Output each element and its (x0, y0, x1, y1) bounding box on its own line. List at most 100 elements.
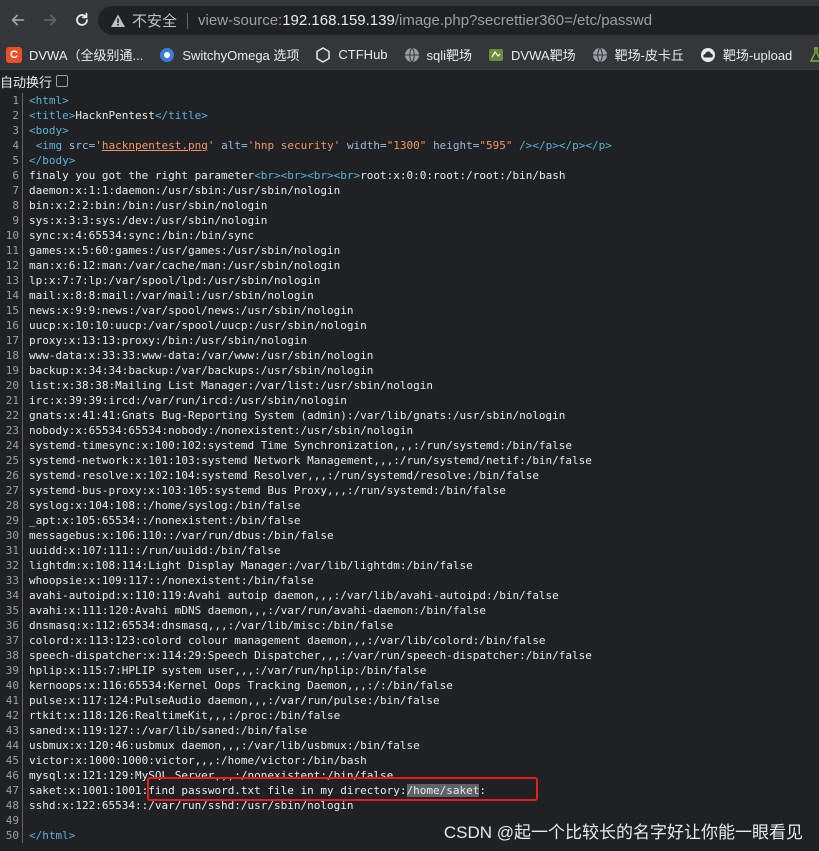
line-number: 17 (0, 333, 23, 348)
passwd-entry: systemd-resolve:x:102:104:systemd Resolv… (29, 469, 539, 482)
passwd-entry: news:x:9:9:news:/var/spool/news:/usr/sbi… (29, 304, 354, 317)
source-line: 45 victor:x:1000:1000:victor,,,:/home/vic… (0, 753, 819, 768)
bookmark-upload[interactable]: 靶场-upload (700, 45, 792, 64)
source-line: 34 avahi-autoipd:x:110:119:Avahi autoip d… (0, 588, 819, 603)
width-value: "1300" (386, 139, 427, 152)
back-button[interactable] (4, 6, 32, 34)
bookmark-extra[interactable] (808, 46, 819, 63)
line-number: 43 (0, 723, 23, 738)
red-highlight-box (147, 777, 538, 801)
line-number: 13 (0, 273, 23, 288)
img-tag-close: /></p></p></p> (519, 139, 612, 152)
line-wrap-label: 自动换行 (0, 74, 53, 90)
passwd-entry: backup:x:34:34:backup:/var/backups:/usr/… (29, 364, 374, 377)
bookmark-dvwa-all[interactable]: C DVWA（全级别通... (6, 45, 143, 64)
line-number: 50 (0, 828, 23, 843)
passwd-entry: uucp:x:10:10:uucp:/var/spool/uucp:/usr/s… (29, 319, 367, 332)
source-line: 40 kernoops:x:116:65534:Kernel Oops Track… (0, 678, 819, 693)
passwd-entry: colord:x:113:123:colord colour managemen… (29, 634, 546, 647)
line-number: 18 (0, 348, 23, 363)
alt-value: 'hnp security' (247, 139, 341, 152)
line-number: 5 (0, 153, 23, 168)
line-number: 42 (0, 708, 23, 723)
line-number: 25 (0, 453, 23, 468)
source-line: 38 speech-dispatcher:x:114:29:Speech Disp… (0, 648, 819, 663)
source-line: 2 <title>HacknPentest</title> (0, 108, 819, 123)
address-divider (187, 12, 189, 29)
line-number: 1 (0, 93, 23, 108)
source-line: 22 gnats:x:41:41:Gnats Bug-Reporting Syst… (0, 408, 819, 423)
line-wrap-checkbox[interactable] (56, 75, 69, 87)
passwd-entry: messagebus:x:106:110::/var/run/dbus:/bin… (29, 529, 334, 542)
empty-line (23, 813, 29, 828)
image-src-link[interactable]: hacknpentest.png (102, 139, 208, 152)
passwd-entry: bin:x:2:2:bin:/bin:/usr/sbin/nologin (29, 199, 268, 212)
passwd-entry: games:x:5:60:games:/usr/games:/usr/sbin/… (29, 244, 341, 257)
hint-text: finaly you got the right parameter (29, 169, 255, 182)
source-line: 12 man:x:6:12:man:/var/cache/man:/usr/sbi… (0, 258, 819, 273)
passwd-entry: syslog:x:104:108::/home/syslog:/bin/fals… (29, 499, 301, 512)
source-line: 31 uuidd:x:107:111::/run/uuidd:/bin/false (0, 543, 819, 558)
address-bar[interactable]: 不安全 view-source: 192.168.159.139/image.ph… (98, 6, 819, 35)
passwd-entry: usbmux:x:120:46:usbmux daemon,,,:/var/li… (29, 739, 420, 752)
source-line: 44 usbmux:x:120:46:usbmux daemon,,,:/var/… (0, 738, 819, 753)
passwd-entry: speech-dispatcher:x:114:29:Speech Dispat… (29, 649, 592, 662)
source-line: 18 www-data:x:33:33:www-data:/var/www:/us… (0, 348, 819, 363)
source-line: 4 <img src='hacknpentest.png' alt='hnp s… (0, 138, 819, 153)
bookmark-dvwa[interactable]: DVWA靶场 (488, 45, 576, 64)
bookmark-ctfhub[interactable]: CTFHub (315, 46, 388, 63)
line-wrap-toggle[interactable]: 自动换行 (0, 71, 819, 91)
passwd-entry: whoopsie:x:109:117::/nonexistent:/bin/fa… (29, 574, 314, 587)
insecure-label[interactable]: 不安全 (132, 10, 177, 31)
line-number: 19 (0, 363, 23, 378)
switchyomega-icon (159, 47, 175, 63)
passwd-entry: saned:x:119:127::/var/lib/saned:/bin/fal… (29, 724, 308, 737)
bookmark-label: SwitchyOmega 选项 (182, 48, 300, 63)
source-line: 41 pulse:x:117:124:PulseAudio daemon,,,:/… (0, 693, 819, 708)
passwd-entry: systemd-network:x:101:103:systemd Networ… (29, 454, 592, 467)
bookmark-label: 靶场-upload (722, 48, 793, 63)
line-number: 22 (0, 408, 23, 423)
forward-button[interactable] (36, 6, 64, 34)
line-number: 12 (0, 258, 23, 273)
passwd-entry: mail:x:8:8:mail:/var/mail:/usr/sbin/nolo… (29, 289, 314, 302)
bookmark-switchyomega[interactable]: SwitchyOmega 选项 (159, 45, 299, 64)
line-number: 24 (0, 438, 23, 453)
passwd-entry: sync:x:4:65534:sync:/bin:/bin/sync (29, 229, 255, 242)
source-line: 9 sys:x:3:3:sys:/dev:/usr/sbin/nologin (0, 213, 819, 228)
line-number: 28 (0, 498, 23, 513)
line-number: 38 (0, 648, 23, 663)
source-line: 43 saned:x:119:127::/var/lib/saned:/bin/f… (0, 723, 819, 738)
title-close-tag: </title> (154, 109, 208, 122)
line-number: 21 (0, 393, 23, 408)
bookmark-pikachu[interactable]: 靶场-皮卡丘 (592, 45, 684, 64)
body-open-tag: <body> (29, 124, 69, 137)
bookmark-sqli[interactable]: sqli靶场 (404, 45, 473, 64)
source-line: 26 systemd-resolve:x:102:104:systemd Reso… (0, 468, 819, 483)
source-line: 23 nobody:x:65534:65534:nobody:/nonexiste… (0, 423, 819, 438)
bookmark-label: sqli靶场 (426, 48, 473, 63)
source-line: 11 games:x:5:60:games:/usr/games:/usr/sbi… (0, 243, 819, 258)
url-host: 192.168.159.139 (282, 12, 395, 29)
source-line: 39 hplip:x:115:7:HPLIP system user,,,:/va… (0, 663, 819, 678)
line-number: 20 (0, 378, 23, 393)
saket-entry-prefix: saket:x:1001:1001: (29, 784, 149, 797)
line-number: 41 (0, 693, 23, 708)
html-open-tag: <html> (29, 94, 69, 107)
line-number: 4 (0, 138, 23, 153)
passwd-entry: _apt:x:105:65534::/nonexistent:/bin/fals… (29, 514, 301, 527)
body-close-tag: </body> (29, 154, 76, 167)
reload-button[interactable] (68, 6, 96, 34)
passwd-entry: gnats:x:41:41:Gnats Bug-Reporting System… (29, 409, 566, 422)
line-number: 16 (0, 318, 23, 333)
passwd-entry: pulse:x:117:124:PulseAudio daemon,,,:/va… (29, 694, 440, 707)
source-line: 42 rtkit:x:118:126:RealtimeKit,,,:/proc:/… (0, 708, 819, 723)
line-number: 37 (0, 633, 23, 648)
passwd-entry: kernoops:x:116:65534:Kernel Oops Trackin… (29, 679, 453, 692)
bookmarks-bar: C DVWA（全级别通... SwitchyOmega 选项 CTFHub sq… (0, 40, 819, 70)
passwd-entry: www-data:x:33:33:www-data:/var/www:/usr/… (29, 349, 374, 362)
title-text: HacknPentest (75, 109, 155, 122)
passwd-entry: rtkit:x:118:126:RealtimeKit,,,:/proc:/bi… (29, 709, 341, 722)
passwd-entry: lightdm:x:108:114:Light Display Manager:… (29, 559, 473, 572)
passwd-entry: man:x:6:12:man:/var/cache/man:/usr/sbin/… (29, 259, 341, 272)
